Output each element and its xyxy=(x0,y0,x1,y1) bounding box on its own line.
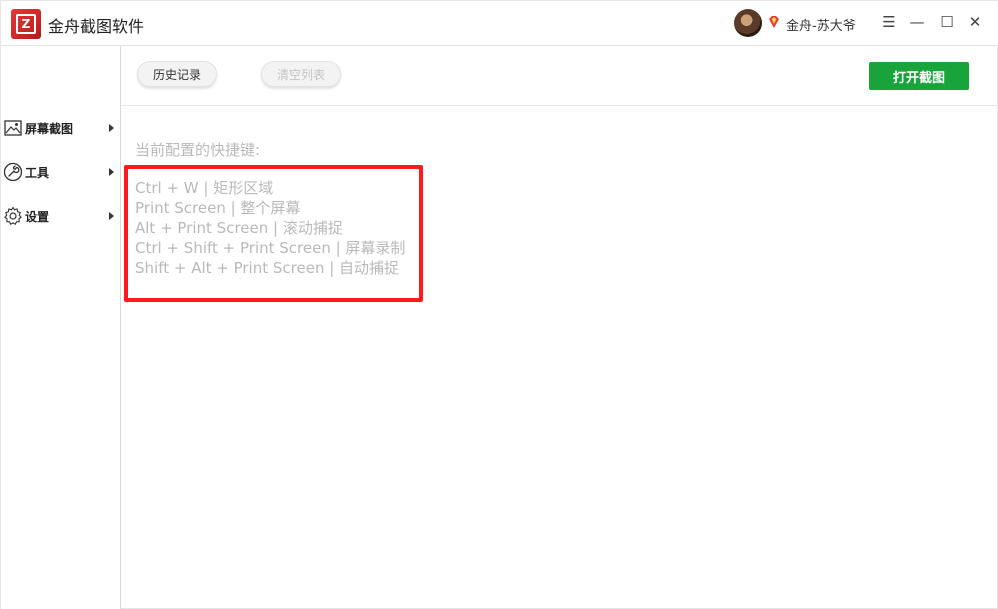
user-avatar[interactable] xyxy=(734,9,762,37)
sidebar-item-label: 屏幕截图 xyxy=(25,121,74,136)
app-window: Z 金舟截图软件 金舟-苏大爷 ☰ — ☐ ✕ 屏幕截图 工具 设置 历史记录 … xyxy=(0,0,998,609)
shortcut-list: Ctrl + W | 矩形区域 Print Screen | 整个屏幕 Alt … xyxy=(135,178,405,278)
wrench-icon xyxy=(3,162,23,182)
sidebar-item-settings[interactable]: 设置 xyxy=(1,205,121,227)
close-icon[interactable]: ✕ xyxy=(964,11,986,33)
chevron-right-icon xyxy=(109,124,114,132)
chevron-right-icon xyxy=(109,212,114,220)
title-bar: Z 金舟截图软件 金舟-苏大爷 ☰ — ☐ ✕ xyxy=(1,1,998,46)
shortcut-item: Shift + Alt + Print Screen | 自动捕捉 xyxy=(135,259,400,277)
sidebar: 屏幕截图 工具 设置 xyxy=(1,46,121,609)
clear-list-button[interactable]: 清空列表 xyxy=(261,61,341,87)
image-icon xyxy=(3,118,23,138)
shortcut-heading: 当前配置的快捷键: xyxy=(135,141,261,159)
sidebar-item-label: 设置 xyxy=(25,209,50,224)
sidebar-item-label: 工具 xyxy=(25,165,50,180)
gear-icon xyxy=(3,206,23,226)
chevron-right-icon xyxy=(109,168,114,176)
minimize-icon[interactable]: — xyxy=(906,11,928,33)
sidebar-item-screenshot[interactable]: 屏幕截图 xyxy=(1,117,121,139)
sidebar-item-tools[interactable]: 工具 xyxy=(1,161,121,183)
user-name[interactable]: 金舟-苏大爷 xyxy=(786,15,856,34)
shortcut-item: Ctrl + W | 矩形区域 xyxy=(135,179,274,197)
app-logo-icon: Z xyxy=(11,9,41,39)
shortcut-item: Print Screen | 整个屏幕 xyxy=(135,199,301,217)
shortcut-item: Alt + Print Screen | 滚动捕捉 xyxy=(135,219,343,237)
shortcut-item: Ctrl + Shift + Print Screen | 屏幕录制 xyxy=(135,239,406,257)
vip-diamond-icon xyxy=(769,16,779,28)
maximize-icon[interactable]: ☐ xyxy=(936,11,958,33)
app-title: 金舟截图软件 xyxy=(48,17,145,36)
toolbar: 历史记录 清空列表 打开截图 xyxy=(121,46,998,106)
open-screenshot-button[interactable]: 打开截图 xyxy=(869,62,969,90)
history-button[interactable]: 历史记录 xyxy=(137,61,217,87)
menu-icon[interactable]: ☰ xyxy=(878,11,900,33)
